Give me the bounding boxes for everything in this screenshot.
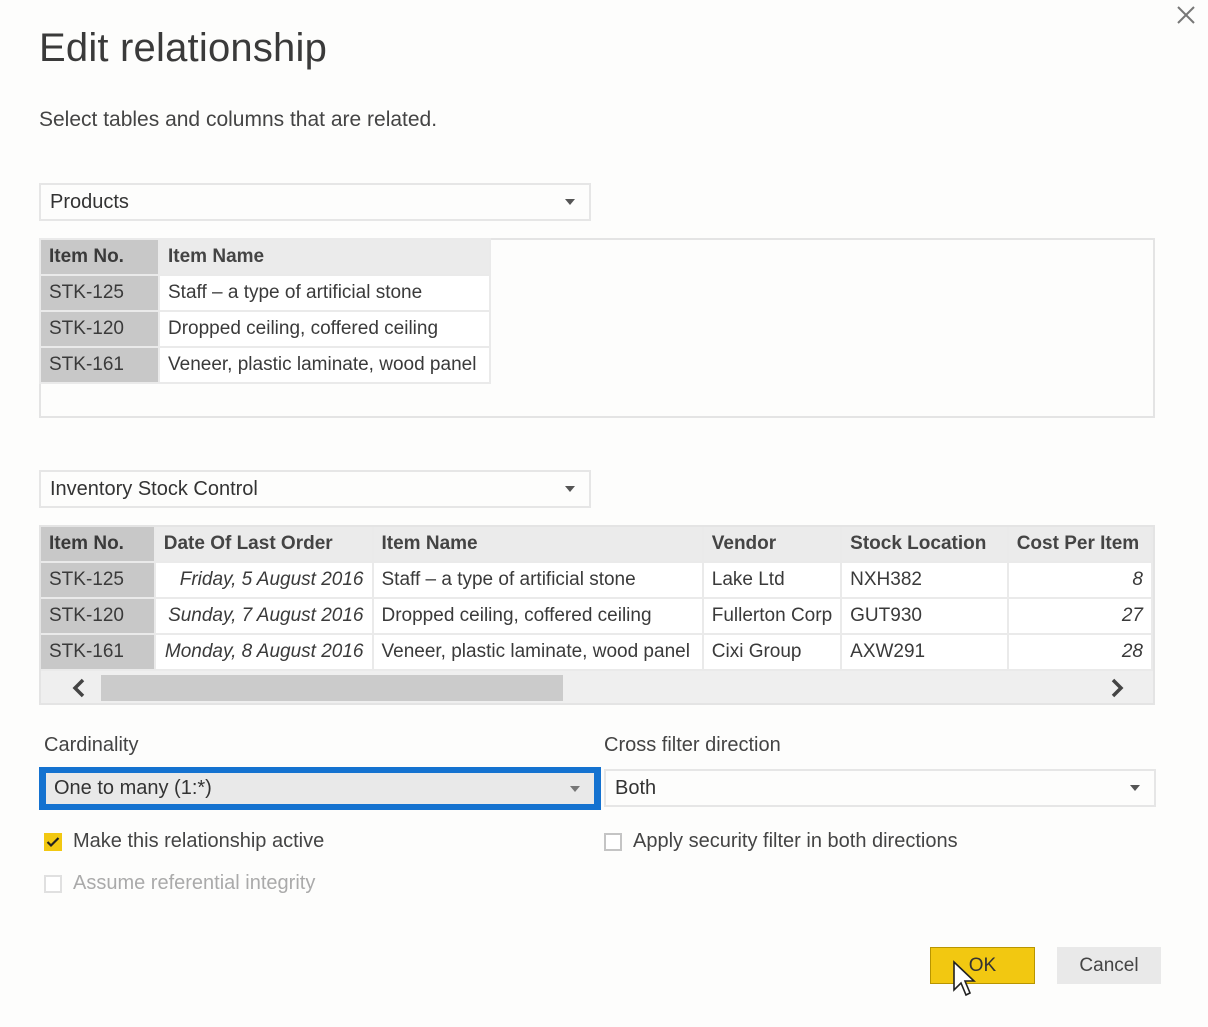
scroll-right-button[interactable]: [1097, 671, 1137, 703]
table-header-row: Item No. Item Name: [39, 238, 491, 276]
cancel-label: Cancel: [1079, 954, 1139, 976]
table1-preview: Item No. Item Name STK-125 Staff – a typ…: [39, 238, 1155, 418]
cell: STK-120: [41, 597, 156, 635]
table-row: STK-125 Friday, 5 August 2016 Staff – a …: [41, 561, 1153, 599]
cell: Dropped ceiling, coffered ceiling: [158, 310, 491, 348]
table-row: STK-161 Veneer, plastic laminate, wood p…: [39, 346, 491, 384]
column-header-item-name[interactable]: Item Name: [371, 527, 704, 563]
close-button[interactable]: [1170, 0, 1202, 30]
checkbox-unchecked[interactable]: [604, 832, 622, 851]
cell: STK-125: [39, 274, 160, 312]
column-header-item-no[interactable]: Item No.: [41, 527, 156, 563]
ok-button[interactable]: OK: [930, 947, 1035, 984]
dialog-title: Edit relationship: [39, 26, 328, 70]
cardinality-label: Cardinality: [44, 734, 139, 756]
table-header-row: Item No. Date Of Last Order Item Name Ve…: [41, 527, 1153, 563]
cross-filter-value: Both: [615, 776, 657, 799]
table1-select-value: Products: [50, 190, 129, 213]
cell: STK-161: [39, 346, 160, 384]
make-active-checkbox[interactable]: Make this relationship active: [44, 830, 324, 853]
checkbox-checked[interactable]: [44, 832, 62, 851]
security-filter-label: Apply security filter in both directions: [633, 830, 958, 852]
column-header-vendor[interactable]: Vendor: [701, 527, 843, 563]
cell: Veneer, plastic laminate, wood panel: [158, 346, 491, 384]
cross-filter-select[interactable]: Both: [604, 769, 1156, 807]
cell: Dropped ceiling, coffered ceiling: [371, 597, 704, 635]
dropdown-arrow-icon: [1130, 785, 1140, 791]
security-filter-checkbox[interactable]: Apply security filter in both directions: [604, 830, 958, 853]
cardinality-select[interactable]: One to many (1:*): [39, 767, 601, 810]
scroll-left-button[interactable]: [59, 671, 99, 703]
cell: Staff – a type of artificial stone: [371, 561, 704, 599]
dropdown-arrow-icon: [570, 785, 580, 792]
cardinality-value: One to many (1:*): [54, 777, 212, 799]
table2-preview: Item No. Date Of Last Order Item Name Ve…: [39, 525, 1155, 705]
cell: Fullerton Corp: [701, 597, 843, 635]
cell: Friday, 5 August 2016: [153, 561, 374, 599]
cross-filter-label: Cross filter direction: [604, 734, 781, 756]
cell: AXW291: [840, 633, 1009, 671]
cancel-button[interactable]: Cancel: [1057, 947, 1161, 984]
column-header-stock-location[interactable]: Stock Location: [840, 527, 1009, 563]
cell: 8: [1006, 561, 1153, 599]
close-icon: [1177, 6, 1195, 24]
table-row: STK-120 Dropped ceiling, coffered ceilin…: [39, 310, 491, 348]
dialog-subtitle: Select tables and columns that are relat…: [39, 108, 438, 131]
column-header-date-of-last-order[interactable]: Date Of Last Order: [153, 527, 374, 563]
scrollbar-thumb[interactable]: [101, 675, 563, 701]
cell: Cixi Group: [701, 633, 843, 671]
cell: Veneer, plastic laminate, wood panel: [371, 633, 704, 671]
cell: 27: [1006, 597, 1153, 635]
cell: 28: [1006, 633, 1153, 671]
column-header-cost-per-item[interactable]: Cost Per Item: [1006, 527, 1153, 563]
cell: STK-120: [39, 310, 160, 348]
chevron-right-icon: [1111, 678, 1124, 698]
table1-grid: Item No. Item Name STK-125 Staff – a typ…: [39, 238, 491, 384]
make-active-label: Make this relationship active: [73, 830, 325, 852]
checkmark-icon: [46, 836, 60, 847]
table2-grid: Item No. Date Of Last Order Item Name Ve…: [41, 527, 1153, 671]
table1-select[interactable]: Products: [39, 183, 591, 221]
cell: STK-125: [41, 561, 156, 599]
chevron-left-icon: [72, 678, 85, 698]
table-row: STK-161 Monday, 8 August 2016 Veneer, pl…: [41, 633, 1153, 671]
table2-select[interactable]: Inventory Stock Control: [39, 470, 591, 508]
cell: Lake Ltd: [701, 561, 843, 599]
column-header-item-name[interactable]: Item Name: [158, 238, 491, 276]
mouse-cursor-icon: [953, 960, 976, 997]
referential-integrity-label: Assume referential integrity: [73, 872, 316, 894]
cell: NXH382: [840, 561, 1009, 599]
cell: STK-161: [41, 633, 156, 671]
table2-select-value: Inventory Stock Control: [50, 477, 258, 500]
cell: Monday, 8 August 2016: [153, 633, 374, 671]
cell: GUT930: [840, 597, 1009, 635]
table-row: STK-125 Staff – a type of artificial sto…: [39, 274, 491, 312]
horizontal-scrollbar[interactable]: [41, 671, 1153, 703]
dropdown-arrow-icon: [565, 486, 575, 492]
cell: Staff – a type of artificial stone: [158, 274, 491, 312]
referential-integrity-checkbox: Assume referential integrity: [44, 872, 315, 895]
column-header-item-no[interactable]: Item No.: [39, 238, 160, 276]
table-row: STK-120 Sunday, 7 August 2016 Dropped ce…: [41, 597, 1153, 635]
checkbox-disabled: [44, 874, 62, 893]
dropdown-arrow-icon: [565, 199, 575, 205]
cell: Sunday, 7 August 2016: [153, 597, 374, 635]
